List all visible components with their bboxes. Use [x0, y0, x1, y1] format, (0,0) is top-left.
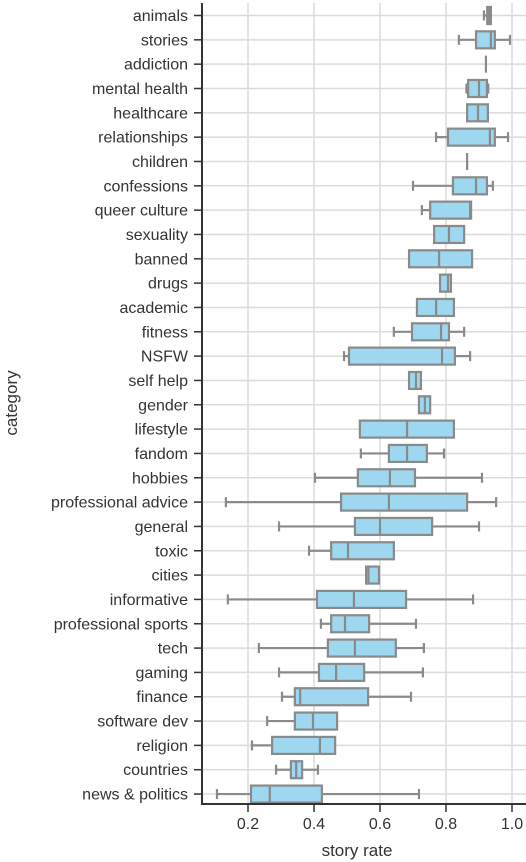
box-healthcare	[466, 103, 490, 123]
iqr-box	[317, 662, 366, 683]
y-tick-label: toxic	[155, 543, 188, 560]
x-tick-label: 0.8	[435, 816, 457, 833]
box-self-help	[407, 370, 423, 391]
y-tick-label: countries	[123, 762, 188, 779]
x-tick-label: 1.0	[501, 816, 523, 833]
box-finance	[280, 687, 413, 707]
box-informative	[226, 589, 475, 610]
iqr-box	[293, 711, 339, 731]
box-cities	[365, 565, 381, 585]
box-general	[277, 516, 481, 537]
box-tech	[257, 638, 425, 658]
iqr-box	[356, 468, 417, 488]
box-lifestyle	[358, 419, 456, 439]
y-tick-label: animals	[133, 8, 188, 25]
iqr-box	[326, 638, 397, 658]
box-sexuality	[433, 224, 466, 245]
iqr-box	[315, 589, 408, 610]
y-tick-label: academic	[120, 300, 188, 317]
y-tick-label: professional advice	[51, 495, 188, 512]
box-hobbies	[313, 468, 484, 488]
iqr-box	[410, 322, 451, 342]
box-gender	[417, 395, 432, 415]
iqr-box	[467, 78, 489, 99]
y-tick-label: relationships	[98, 130, 188, 147]
box-professional-advice	[224, 492, 498, 512]
x-tick-label: 0.6	[369, 816, 391, 833]
y-tick-label: addiction	[124, 57, 188, 74]
iqr-box	[270, 735, 337, 756]
box-gaming	[277, 662, 424, 683]
box-fitness	[392, 322, 466, 342]
y-tick-label: fandom	[135, 446, 188, 463]
y-tick-label: hobbies	[132, 470, 188, 487]
y-tick-label: children	[132, 154, 188, 171]
box-software-dev	[266, 711, 339, 731]
box-countries	[274, 760, 320, 780]
x-axis-label: story rate	[322, 841, 393, 860]
y-tick-label: healthcare	[113, 105, 188, 122]
axes: 0.2 0.4 0.6 0.8 1.0 animals stories addiction me…	[51, 3, 526, 833]
box-confessions	[411, 176, 494, 196]
iqr-box	[330, 541, 395, 561]
box-queer-culture	[420, 200, 473, 220]
y-tick-label: general	[135, 519, 188, 536]
iqr-box	[429, 200, 473, 220]
iqr-box	[407, 249, 474, 269]
iqr-box	[249, 784, 324, 804]
iqr-box	[353, 516, 434, 537]
y-tick-label: sexuality	[126, 227, 188, 244]
box-drugs	[438, 273, 453, 293]
y-tick-label: informative	[110, 592, 188, 609]
box-religion	[250, 735, 337, 756]
y-tick-label: news & politics	[82, 787, 188, 804]
y-axis-label: category	[2, 370, 21, 436]
iqr-box	[446, 127, 496, 147]
y-tick-label: religion	[136, 738, 188, 755]
box-mental-health	[465, 78, 490, 99]
y-tick-label: NSFW	[141, 349, 189, 366]
box-professional-sports	[319, 614, 418, 634]
box-academic	[415, 297, 456, 318]
y-tick-label: cities	[152, 568, 188, 585]
y-tick-label: software dev	[97, 714, 188, 731]
iqr-box	[339, 492, 469, 512]
box-banned	[407, 249, 474, 269]
box-nsfw	[342, 346, 472, 366]
y-tick-label: tech	[158, 641, 188, 658]
iqr-box	[347, 346, 457, 366]
y-tick-label: confessions	[104, 178, 189, 195]
iqr-box	[293, 687, 370, 707]
box-animals	[482, 5, 492, 26]
iqr-box	[438, 273, 453, 293]
gridlines	[202, 3, 526, 804]
box-stories	[457, 30, 512, 50]
y-tick-label: fitness	[142, 324, 188, 341]
boxplot-chart: 0.2 0.4 0.6 0.8 1.0 animals stories addiction me…	[2, 3, 526, 860]
y-tick-label: drugs	[148, 276, 188, 293]
y-tick-label: lifestyle	[135, 422, 188, 439]
iqr-box	[451, 176, 489, 196]
iqr-box	[474, 30, 496, 50]
y-tick-label: professional sports	[54, 616, 188, 633]
y-tick-label: gaming	[136, 665, 188, 682]
x-tick-label: 0.4	[303, 816, 325, 833]
box-relationships	[435, 127, 510, 147]
box-fandom	[359, 443, 446, 464]
y-tick-label: banned	[135, 251, 188, 268]
y-tick-label: queer culture	[95, 203, 188, 220]
y-tick-label: mental health	[92, 81, 188, 98]
y-tick-label: self help	[128, 373, 188, 390]
y-tick-label: gender	[138, 397, 188, 414]
iqr-box	[330, 614, 371, 634]
box-toxic	[307, 541, 395, 561]
x-tick-label: 0.2	[237, 816, 259, 833]
y-tick-label: stories	[141, 32, 188, 49]
y-tick-label: finance	[136, 689, 188, 706]
